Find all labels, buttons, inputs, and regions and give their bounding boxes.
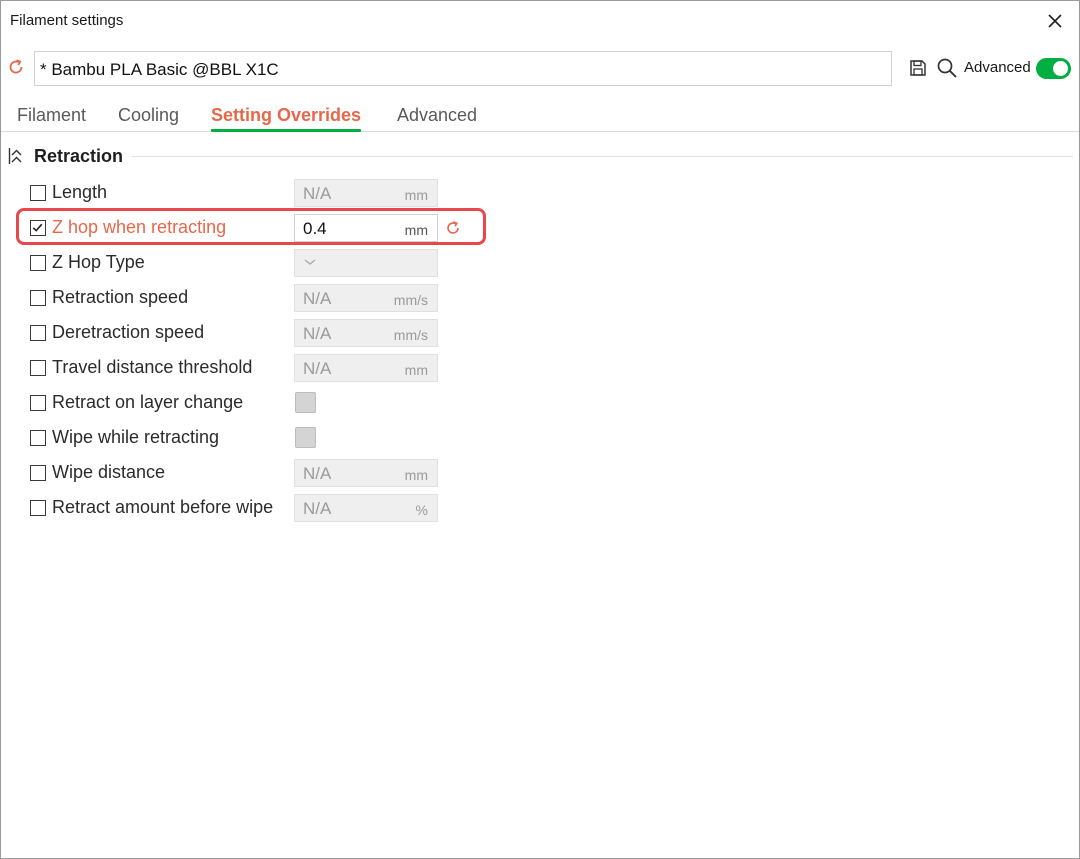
tab-label: Filament bbox=[17, 105, 87, 125]
wipe-distance-input[interactable]: N/A mm bbox=[294, 459, 438, 487]
retract-amount-before-wipe-input[interactable]: N/A% bbox=[294, 494, 438, 522]
unit-label: mm bbox=[404, 222, 428, 238]
tab-label: Setting Overrides bbox=[211, 105, 362, 125]
override-checkbox[interactable] bbox=[30, 220, 46, 236]
unit-label: % bbox=[415, 502, 428, 518]
window-title: Filament settings bbox=[10, 12, 124, 29]
setting-row-retract-on-layer-change: Retract on layer change bbox=[1, 388, 501, 418]
advanced-mode-toggle[interactable] bbox=[1036, 58, 1071, 79]
save-icon bbox=[910, 60, 926, 76]
setting-label: Z Hop Type bbox=[52, 252, 145, 272]
reset-preset-button[interactable] bbox=[6, 57, 26, 77]
setting-label: Retraction speed bbox=[52, 287, 189, 307]
tab-filament[interactable]: Filament bbox=[17, 105, 86, 126]
unit-label: mm/s bbox=[393, 292, 428, 308]
toggle-knob bbox=[1053, 61, 1068, 76]
override-checkbox[interactable] bbox=[30, 360, 46, 376]
undo-arrow-icon bbox=[447, 221, 459, 234]
setting-row-retraction-speed: Retraction speed N/A mm/s bbox=[1, 283, 501, 313]
setting-row-retract-amount-before-wipe: Retract amount before wipe N/A% bbox=[1, 493, 501, 523]
close-button[interactable] bbox=[1043, 9, 1067, 33]
override-checkbox[interactable] bbox=[30, 185, 46, 201]
override-checkbox[interactable] bbox=[30, 395, 46, 411]
search-icon bbox=[937, 58, 957, 78]
section-divider bbox=[132, 156, 1073, 157]
override-checkbox[interactable] bbox=[30, 325, 46, 341]
length-input[interactable]: N/A mm bbox=[294, 179, 438, 207]
setting-label: Travel distance threshold bbox=[52, 357, 253, 377]
close-icon bbox=[1048, 14, 1062, 28]
reset-value-button[interactable] bbox=[444, 219, 462, 237]
z-hop-type-dropdown[interactable] bbox=[294, 249, 438, 277]
tab-cooling[interactable]: Cooling bbox=[118, 105, 179, 126]
setting-row-travel-distance-threshold: Travel distance threshold N/A mm bbox=[1, 353, 501, 383]
active-tab-indicator bbox=[211, 129, 362, 132]
setting-label: Z hop when retracting bbox=[52, 217, 227, 237]
override-checkbox[interactable] bbox=[30, 465, 46, 481]
input-value: N/A bbox=[303, 289, 332, 308]
unit-label: mm bbox=[404, 467, 428, 483]
setting-label: Wipe distance bbox=[52, 462, 166, 482]
travel-distance-threshold-input[interactable]: N/A mm bbox=[294, 354, 438, 382]
input-value: 0.4 bbox=[303, 219, 327, 238]
setting-label: Retract amount before wipe bbox=[52, 497, 274, 517]
filament-settings-window: Filament settings * Bambu PLA Basic @BBL… bbox=[0, 0, 1080, 859]
search-button[interactable] bbox=[936, 57, 958, 79]
tab-advanced[interactable]: Advanced bbox=[397, 105, 477, 126]
advanced-mode-label: Advanced bbox=[964, 59, 1031, 76]
check-icon bbox=[32, 223, 43, 232]
section-title: Retraction bbox=[34, 146, 124, 166]
settings-tabs: Filament Cooling Setting Overrides Advan… bbox=[1, 101, 1079, 132]
unit-label: mm bbox=[404, 362, 428, 378]
input-value: N/A bbox=[303, 359, 332, 378]
setting-row-z-hop-type: Z Hop Type bbox=[1, 248, 501, 278]
tab-label: Advanced bbox=[397, 105, 478, 125]
retraction-section-header: Retraction bbox=[1, 143, 1079, 169]
tab-label: Cooling bbox=[118, 105, 180, 125]
input-value: N/A bbox=[303, 324, 332, 343]
save-button[interactable] bbox=[908, 58, 928, 78]
preset-selector[interactable]: * Bambu PLA Basic @BBL X1C bbox=[34, 51, 892, 86]
z-hop-when-retracting-input[interactable]: 0.4 mm bbox=[294, 214, 438, 242]
collapse-section-button[interactable] bbox=[8, 147, 25, 165]
unit-label: mm/s bbox=[393, 327, 428, 343]
override-checkbox[interactable] bbox=[30, 255, 46, 271]
input-value: N/A bbox=[303, 184, 332, 203]
override-checkbox[interactable] bbox=[30, 430, 46, 446]
retract-on-layer-change-checkbox[interactable] bbox=[295, 392, 316, 413]
wipe-while-retracting-checkbox[interactable] bbox=[295, 427, 316, 448]
setting-row-deretraction-speed: Deretraction speed N/A mm/s bbox=[1, 318, 501, 348]
input-value: N/A bbox=[303, 499, 332, 518]
override-checkbox[interactable] bbox=[30, 500, 46, 516]
undo-arrow-icon bbox=[9, 59, 23, 74]
setting-row-length: Length N/A mm bbox=[1, 178, 501, 208]
deretraction-speed-input[interactable]: N/A mm/s bbox=[294, 319, 438, 347]
retraction-speed-input[interactable]: N/A mm/s bbox=[294, 284, 438, 312]
setting-row-z-hop-when-retracting: Z hop when retracting 0.4 mm bbox=[1, 213, 501, 243]
collapse-icon bbox=[8, 148, 22, 164]
setting-label: Deretraction speed bbox=[52, 322, 205, 342]
override-checkbox[interactable] bbox=[30, 290, 46, 306]
tab-setting-overrides[interactable]: Setting Overrides bbox=[211, 105, 362, 132]
preset-row: * Bambu PLA Basic @BBL X1C Advanced bbox=[1, 49, 1079, 89]
setting-label: Length bbox=[52, 182, 108, 202]
chevron-down-icon bbox=[304, 259, 316, 265]
input-value: N/A bbox=[303, 464, 332, 483]
setting-label: Wipe while retracting bbox=[52, 427, 220, 447]
setting-row-wipe-distance: Wipe distance N/A mm bbox=[1, 458, 501, 488]
setting-row-wipe-while-retracting: Wipe while retracting bbox=[1, 423, 501, 453]
unit-label: mm bbox=[404, 187, 428, 203]
setting-label: Retract on layer change bbox=[52, 392, 244, 412]
title-bar: Filament settings bbox=[1, 1, 1079, 41]
